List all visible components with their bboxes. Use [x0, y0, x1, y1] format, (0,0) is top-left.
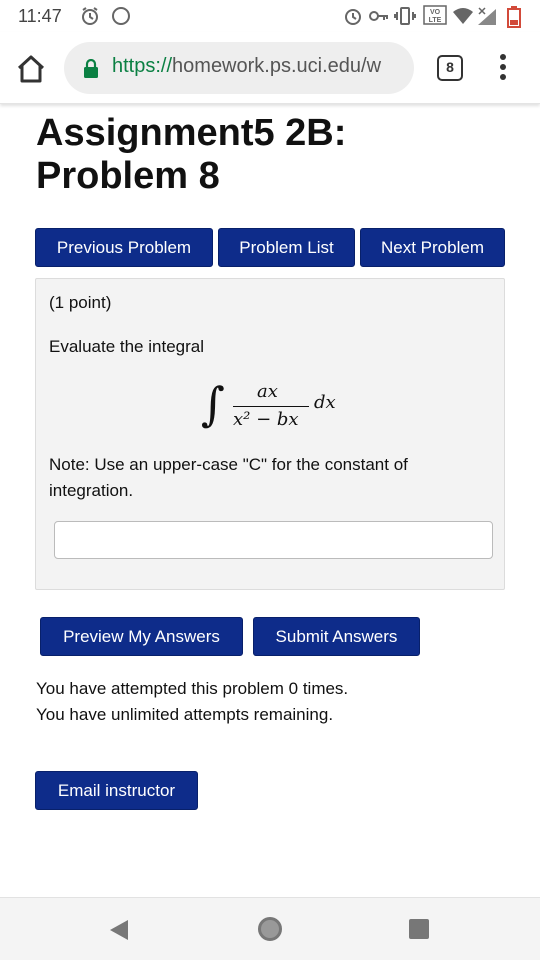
integral-sign: ∫	[201, 377, 225, 431]
preview-answers-button[interactable]: Preview My Answers	[40, 617, 243, 656]
back-icon[interactable]	[108, 918, 130, 947]
volte-icon: VO LTE	[423, 5, 447, 30]
tab-switcher-button[interactable]: 8	[437, 55, 463, 81]
system-nav-bar	[0, 897, 540, 960]
fraction-bar	[233, 406, 309, 407]
home-circle-icon[interactable]	[258, 917, 282, 941]
attempts-remaining: You have unlimited attempts remaining.	[36, 705, 334, 724]
moon-icon	[111, 6, 131, 31]
status-time: 11:47	[18, 6, 62, 26]
problem-points: (1 point)	[49, 293, 112, 312]
svg-text:LTE: LTE	[429, 17, 442, 24]
home-icon[interactable]	[14, 53, 48, 85]
next-problem-button[interactable]: Next Problem	[360, 228, 505, 267]
integral-differential: dx	[314, 392, 336, 413]
problem-list-button[interactable]: Problem List	[218, 228, 355, 267]
key-icon	[368, 6, 390, 31]
attempts-count: You have attempted this problem 0 times.	[36, 679, 349, 698]
integral-expression: ∫ ax x² − bx dx	[201, 375, 341, 435]
status-bar: 11:47 VO LTE	[0, 0, 540, 32]
integral-denominator: x² − bx	[233, 409, 299, 430]
problem-note: Note: Use an upper-case "C" for the cons…	[49, 455, 408, 500]
integral-numerator: ax	[257, 381, 278, 402]
answer-input[interactable]	[54, 521, 493, 559]
alarm-clock-icon	[343, 6, 363, 31]
address-bar[interactable]: https://homework.ps.uci.edu/w	[64, 42, 414, 94]
attempts-info: You have attempted this problem 0 times.…	[36, 676, 348, 728]
wifi-icon	[452, 6, 474, 31]
alarm-icon	[80, 6, 100, 31]
url-text: https://homework.ps.uci.edu/w	[112, 55, 382, 77]
problem-panel: (1 point) Evaluate the integral ∫ ax x² …	[35, 278, 505, 590]
email-instructor-button[interactable]: Email instructor	[35, 771, 198, 810]
recent-apps-icon[interactable]	[409, 919, 429, 939]
battery-low-icon	[507, 6, 521, 33]
previous-problem-button[interactable]: Previous Problem	[35, 228, 213, 267]
vibrate-icon	[394, 6, 416, 31]
page-title: Assignment5 2B: Problem 8	[36, 112, 347, 197]
submit-answers-button[interactable]: Submit Answers	[253, 617, 420, 656]
lock-icon	[83, 58, 99, 83]
svg-text:VO: VO	[430, 9, 441, 16]
signal-icon	[476, 6, 500, 31]
browser-toolbar: https://homework.ps.uci.edu/w 8	[0, 32, 540, 104]
problem-prompt: Evaluate the integral	[49, 337, 204, 356]
more-menu-icon[interactable]	[494, 54, 512, 84]
